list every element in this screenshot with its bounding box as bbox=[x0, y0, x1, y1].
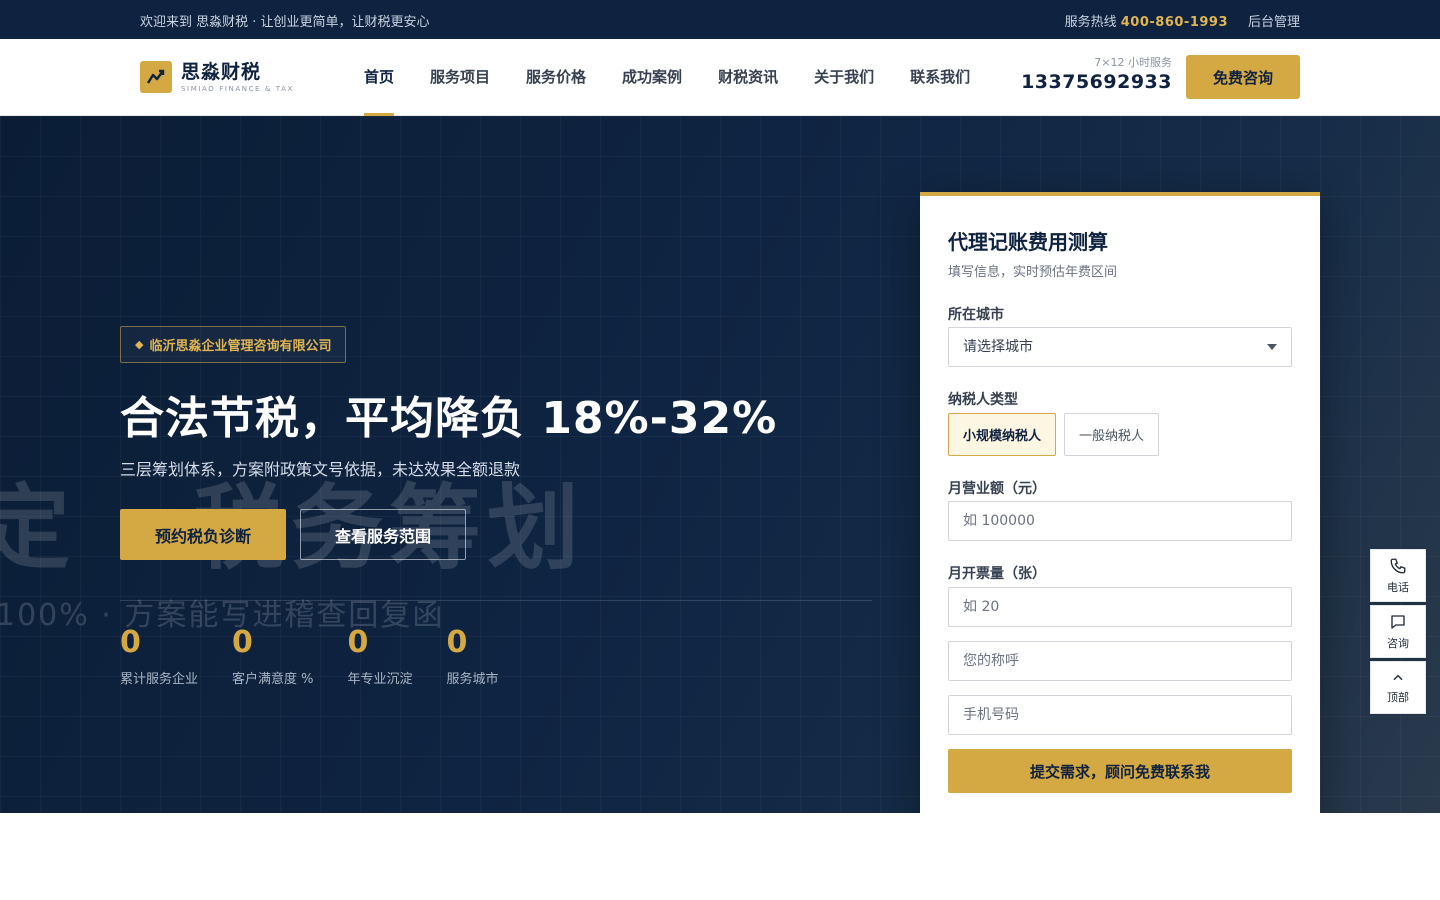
logo-subtitle: SIMIAO FINANCE & TAX bbox=[181, 84, 294, 93]
revenue-input[interactable] bbox=[948, 501, 1292, 541]
card-subtitle: 填写信息，实时预估年费区间 bbox=[948, 265, 1118, 280]
phone-icon bbox=[1390, 558, 1406, 573]
taxpayer-option-general[interactable]: 一般纳税人 bbox=[1064, 413, 1159, 456]
hotline-label: 服务热线 bbox=[1064, 15, 1117, 30]
welcome-text: 欢迎来到 思淼财税 · 让创业更简单，让财税更安心 bbox=[140, 15, 430, 30]
stat-item: 0 服务城市 bbox=[446, 625, 499, 688]
card-title: 代理记账费用测算 bbox=[948, 230, 1108, 254]
trend-chart-icon bbox=[140, 61, 172, 93]
hero-subline: 三层筹划体系，方案附政策文号依据，未达效果全额退款 bbox=[120, 460, 521, 479]
company-name: 临沂思淼企业管理咨询有限公司 bbox=[149, 339, 332, 354]
company-tag: ◆ 临沂思淼企业管理咨询有限公司 bbox=[120, 326, 347, 363]
hero-divider bbox=[120, 600, 872, 601]
top-bar: 欢迎来到 思淼财税 · 让创业更简单，让财税更安心 服务热线 400-860-1… bbox=[0, 0, 1440, 39]
view-services-button[interactable]: 查看服务范围 bbox=[300, 509, 466, 560]
stat-value: 0 bbox=[232, 625, 253, 660]
header-phone: 7×12 小时服务 13375692933 bbox=[1021, 56, 1172, 94]
hero-headline: 合法节税，平均降负 18%-32% bbox=[120, 393, 778, 444]
city-select[interactable]: 请选择城市 bbox=[948, 327, 1292, 367]
side-phone-label: 电话 bbox=[1387, 580, 1409, 594]
mobile-input[interactable] bbox=[948, 695, 1292, 735]
hero-section: 定 · 税务筹划 100% · 方案能写进稽查回复函 ◆ 临沂思淼企业管理咨询有… bbox=[0, 116, 1440, 813]
nav-services[interactable]: 服务项目 bbox=[430, 39, 490, 116]
stat-label: 服务城市 bbox=[446, 672, 499, 687]
nav-home[interactable]: 首页 bbox=[364, 39, 395, 116]
phone-caption: 7×12 小时服务 bbox=[1094, 56, 1172, 69]
revenue-label: 月营业额（元） bbox=[948, 481, 1046, 497]
hotline-number[interactable]: 400-860-1993 bbox=[1121, 15, 1228, 30]
nav-pricing[interactable]: 服务价格 bbox=[526, 39, 586, 116]
floating-toolbar: 电话 咨询 顶部 bbox=[1370, 549, 1426, 717]
taxpayer-option-small-scale[interactable]: 小规模纳税人 bbox=[948, 413, 1056, 456]
fee-calculator-card: 代理记账费用测算 填写信息，实时预估年费区间 所在城市 请选择城市 纳税人类型 … bbox=[920, 192, 1320, 813]
diamond-icon: ◆ bbox=[135, 338, 144, 351]
phone-number[interactable]: 13375692933 bbox=[1021, 70, 1172, 94]
nav-news[interactable]: 财税资讯 bbox=[718, 39, 778, 116]
admin-link[interactable]: 后台管理 bbox=[1248, 11, 1300, 30]
logo[interactable]: 思淼财税 SIMIAO FINANCE & TAX bbox=[140, 60, 294, 94]
name-input[interactable] bbox=[948, 641, 1292, 681]
logo-name: 思淼财税 bbox=[181, 60, 262, 83]
stat-label: 累计服务企业 bbox=[120, 672, 199, 687]
nav-contact[interactable]: 联系我们 bbox=[910, 39, 970, 116]
arrow-up-icon bbox=[1393, 674, 1403, 680]
nav-cases[interactable]: 成功案例 bbox=[622, 39, 682, 116]
side-top-button[interactable]: 顶部 bbox=[1370, 661, 1426, 714]
book-diagnosis-button[interactable]: 预约税负诊断 bbox=[120, 509, 286, 560]
chat-icon bbox=[1391, 614, 1405, 629]
stat-value: 0 bbox=[446, 625, 468, 660]
stat-item: 0 年专业沉淀 bbox=[347, 625, 413, 688]
invoice-label: 月开票量（张） bbox=[948, 566, 1046, 582]
site-header: 思淼财税 SIMIAO FINANCE & TAX 首页 服务项目 服务价格 成… bbox=[0, 39, 1440, 116]
submit-button[interactable]: 提交需求，顾问免费联系我 bbox=[948, 749, 1292, 793]
stat-value: 0 bbox=[120, 625, 141, 660]
stat-value: 0 bbox=[347, 625, 369, 660]
side-phone-button[interactable]: 电话 bbox=[1370, 549, 1426, 602]
stat-item: 0 客户满意度 % bbox=[232, 625, 314, 688]
city-label: 所在城市 bbox=[948, 307, 1004, 323]
stat-label: 年专业沉淀 bbox=[347, 672, 413, 687]
stat-item: 0 累计服务企业 bbox=[120, 625, 199, 688]
chevron-down-icon bbox=[1267, 344, 1277, 350]
city-select-value: 请选择城市 bbox=[963, 339, 1033, 355]
taxpayer-label: 纳税人类型 bbox=[948, 392, 1018, 408]
nav-about[interactable]: 关于我们 bbox=[814, 39, 874, 116]
free-consult-button[interactable]: 免费咨询 bbox=[1186, 55, 1300, 99]
main-nav: 首页 服务项目 服务价格 成功案例 财税资讯 关于我们 联系我们 bbox=[364, 39, 1006, 116]
service-hotline: 服务热线 400-860-1993 bbox=[1065, 11, 1228, 30]
stats-row: 0 累计服务企业 0 客户满意度 % 0 年专业沉淀 0 服务城市 bbox=[120, 625, 533, 688]
side-top-label: 顶部 bbox=[1387, 690, 1409, 704]
side-chat-button[interactable]: 咨询 bbox=[1370, 605, 1426, 658]
invoice-input[interactable] bbox=[948, 587, 1292, 627]
side-chat-label: 咨询 bbox=[1387, 636, 1409, 650]
stat-label: 客户满意度 % bbox=[232, 672, 314, 687]
